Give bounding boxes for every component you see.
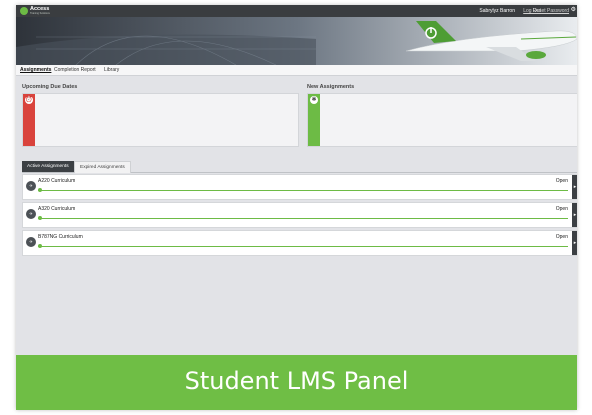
assignment-name: A220 Curriculum [38,178,76,184]
progress-marker [38,244,42,248]
main-nav: Assignments Completion Report Library [16,65,577,76]
assignment-name: B787NG Curriculum [38,234,83,240]
assignment-name: A320 Curriculum [38,206,76,212]
progress-track [38,246,568,247]
gear-icon[interactable]: ⚙ [571,7,576,14]
upcoming-due-dates-card: ⏰ [22,93,299,147]
new-assignments-card: ✱ [307,93,577,147]
top-bar: Access Training Solutions Sabrylyz Barro… [16,5,577,17]
assignment-status: Open [555,206,568,212]
new-assignments-title: New Assignments [307,84,355,90]
assignment-row[interactable]: ✈ A320 Curriculum Open ▸ [22,202,577,228]
assignment-status: Open [555,234,568,240]
brand-subtitle: Training Solutions [30,12,50,15]
expand-arrow-icon[interactable]: ▸ [572,203,577,227]
brand-logo-icon [20,7,28,15]
expand-arrow-icon[interactable]: ▸ [572,231,577,255]
assignment-status: Open [555,178,568,184]
progress-marker [38,216,42,220]
banner-image [16,17,577,65]
assignment-row[interactable]: ✈ A220 Curriculum Open ▸ [22,174,577,200]
nav-item-completion-report[interactable]: Completion Report [54,67,96,73]
plane-icon: ✈ [26,181,36,191]
upcoming-due-dates-title: Upcoming Due Dates [22,84,78,90]
progress-track [38,190,568,191]
plane-icon: ✈ [26,237,36,247]
reset-password-link[interactable]: Reset Password [533,8,569,14]
nav-item-library[interactable]: Library [104,67,119,73]
tab-active-assignments[interactable]: Active Assignments [22,161,74,172]
assignment-tabs: Active Assignments Expired Assignments [22,160,577,173]
upcoming-strip: ⏰ [23,94,35,146]
new-assignments-strip: ✱ [308,94,320,146]
star-icon: ✱ [310,96,318,104]
expand-arrow-icon[interactable]: ▸ [572,175,577,199]
tab-expired-assignments[interactable]: Expired Assignments [74,161,131,173]
alarm-icon: ⏰ [25,96,33,104]
nav-item-assignments[interactable]: Assignments [20,67,51,73]
user-name: Sabrylyz Barron [479,8,515,14]
app-window: Access Training Solutions Sabrylyz Barro… [16,5,577,410]
caption-bar: Student LMS Panel [16,355,577,410]
progress-marker [38,188,42,192]
caption-text: Student LMS Panel [184,367,409,395]
assignment-row[interactable]: ✈ B787NG Curriculum Open ▸ [22,230,577,256]
plane-icon: ✈ [26,209,36,219]
progress-track [38,218,568,219]
